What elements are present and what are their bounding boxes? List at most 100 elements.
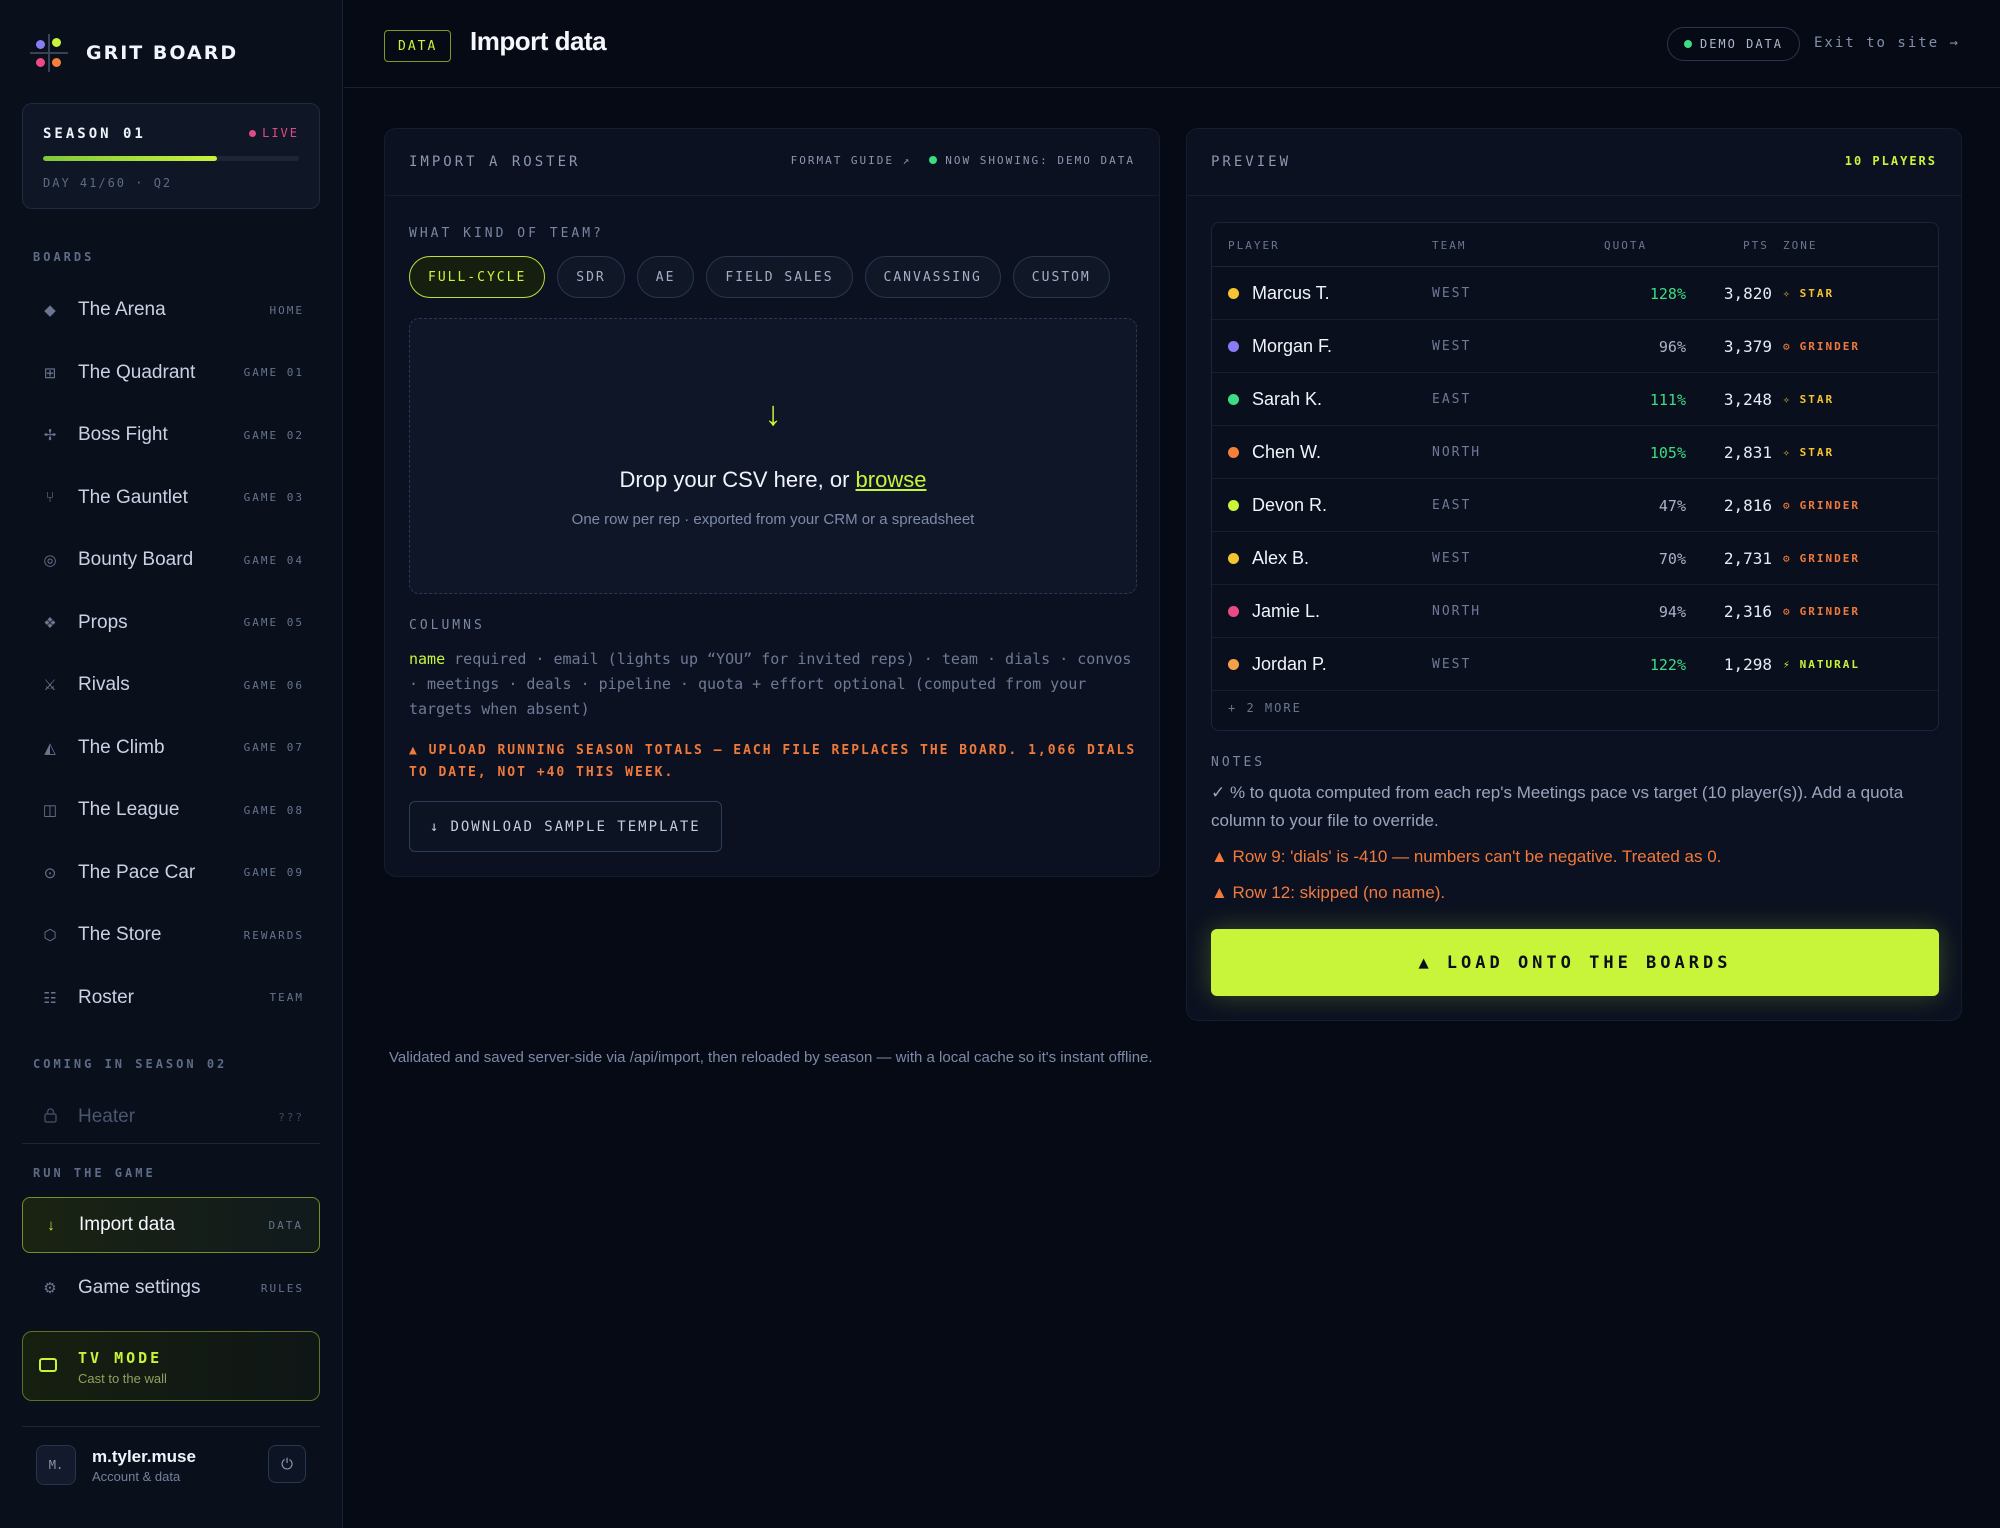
zone-label: NATURAL — [1799, 658, 1860, 671]
swords-icon: ⚔ — [43, 677, 57, 694]
sidebar-item-roster[interactable]: ☷ Roster TEAM — [22, 973, 320, 1023]
sidebar-item-the-quadrant[interactable]: ⊞ The Quadrant GAME 01 — [22, 348, 320, 398]
sidebar-item-tag: GAME 07 — [243, 741, 304, 754]
live-dot-icon — [249, 129, 257, 137]
zone-icon: ✧ — [1783, 287, 1792, 300]
player-zone: ⚙ GRINDER — [1783, 532, 1860, 585]
table-row[interactable]: Marcus T. WEST 128% 3,820 ✧ STAR — [1212, 267, 1938, 320]
sidebar-item-tag: GAME 03 — [243, 491, 304, 504]
column-header-zone: ZONE — [1783, 238, 1818, 252]
sidebar-item-tag: GAME 08 — [243, 803, 304, 817]
team-type-chips: FULL-CYCLE SDR AE FIELD SALES CANVASSING CUST… — [409, 256, 1110, 298]
pace-icon: ⊙ — [43, 864, 57, 882]
csv-dropzone[interactable]: ↓ Drop your CSV here, or browse One row … — [409, 318, 1137, 594]
panel-header: PREVIEW 10 PLAYERS — [1187, 129, 1961, 196]
user-account[interactable]: M. m.tyler.muse Account & data ⏻ — [22, 1426, 320, 1506]
team-type-chip-sdr[interactable]: SDR — [557, 256, 625, 298]
store-icon: ⬡ — [43, 927, 57, 944]
zone-icon: ⚙ — [1783, 605, 1792, 618]
notes-label: NOTES — [1211, 755, 1266, 770]
team-type-chip-ae[interactable]: AE — [636, 256, 695, 298]
sidebar-item-the-gauntlet[interactable]: ⑂ The Gauntlet GAME 03 — [22, 473, 320, 523]
sidebar-item-label: The League — [78, 799, 180, 820]
player-quota: 47% — [1658, 496, 1686, 515]
sidebar-item-label: The Gauntlet — [78, 486, 188, 508]
exit-to-site-link[interactable]: Exit to site → — [1814, 35, 1960, 51]
sidebar-item-rivals[interactable]: ⚔ Rivals GAME 06 — [22, 660, 320, 710]
logout-button[interactable]: ⏻ — [268, 1445, 306, 1483]
player-color-dot-icon — [1228, 394, 1239, 405]
sidebar-item-bounty-board[interactable]: ◎ Bounty Board GAME 04 — [22, 535, 320, 585]
sidebar-item-label: Import data — [79, 1214, 176, 1235]
more-players[interactable]: + 2 MORE — [1228, 701, 1302, 715]
column-header-team: TEAM — [1432, 238, 1467, 252]
page-header: DATA Import data DEMO DATA Exit to site … — [344, 0, 2000, 88]
status-dot-icon — [929, 156, 938, 164]
table-row[interactable]: Jamie L. NORTH 94% 2,316 ⚙ GRINDER — [1212, 585, 1938, 638]
user-sub: Account & data — [92, 1469, 181, 1484]
player-quota: 128% — [1649, 284, 1686, 303]
zone-icon: ✧ — [1783, 446, 1792, 459]
player-points: 1,298 — [1723, 655, 1772, 674]
browse-link[interactable]: browse — [856, 467, 927, 492]
grit-board-logo-icon — [30, 34, 68, 72]
tv-mode-button[interactable]: TV MODE Cast to the wall — [22, 1331, 320, 1401]
sidebar-item-the-league[interactable]: ◫ The League GAME 08 — [22, 785, 320, 835]
columns-required: name — [409, 650, 446, 668]
team-type-chip-canvassing[interactable]: CANVASSING — [864, 256, 1001, 298]
sidebar-item-game-settings[interactable]: ⚙ Game settings RULES — [22, 1263, 320, 1313]
sidebar-item-import-data[interactable]: ↓ Import data DATA — [22, 1197, 320, 1253]
sidebar-item-props[interactable]: ❖ Props GAME 05 — [22, 598, 320, 648]
fork-icon: ⑂ — [45, 489, 55, 506]
zone-icon: ⚡ — [1783, 658, 1792, 671]
load-onto-boards-label: LOAD ONTO THE BOARDS — [1446, 952, 1732, 973]
table-row[interactable]: Chen W. NORTH 105% 2,831 ✧ STAR — [1212, 426, 1938, 479]
zone-label: STAR — [1799, 287, 1835, 300]
team-type-chip-custom[interactable]: CUSTOM — [1012, 256, 1110, 298]
season-progress-bar — [43, 156, 299, 161]
zone-label: STAR — [1799, 446, 1835, 459]
sidebar-item-label: The Quadrant — [78, 361, 196, 383]
team-type-chip-full-cycle[interactable]: FULL-CYCLE — [409, 256, 546, 298]
sidebar-item-label: The Pace Car — [78, 861, 196, 883]
sidebar-item-label: Heater — [78, 1106, 136, 1127]
sidebar-item-tag: GAME 01 — [243, 366, 304, 379]
player-points: 3,379 — [1723, 337, 1772, 356]
sidebar-item-boss-fight[interactable]: ✢ Boss Fight GAME 02 — [22, 410, 320, 460]
table-row[interactable]: Devon R. EAST 47% 2,816 ⚙ GRINDER — [1212, 479, 1938, 532]
league-icon: ◫ — [42, 802, 58, 819]
props-icon: ❖ — [43, 614, 57, 632]
load-onto-boards-button[interactable]: ▲ LOAD ONTO THE BOARDS — [1211, 929, 1939, 996]
player-name: Marcus T. — [1252, 283, 1330, 303]
player-quota: 105% — [1649, 443, 1686, 462]
player-team: WEST — [1432, 657, 1472, 672]
sidebar-item-the-store[interactable]: ⬡ The Store REWARDS — [22, 910, 320, 960]
sidebar-item-tag: TEAM — [269, 991, 304, 1004]
sidebar-item-the-pace-car[interactable]: ⊙ The Pace Car GAME 09 — [22, 848, 320, 898]
tv-mode-title: TV MODE — [78, 1349, 163, 1367]
season-card[interactable]: SEASON 01 LIVE DAY 41/60 · Q2 — [22, 103, 320, 209]
brand[interactable]: GRIT BOARD — [30, 34, 238, 72]
sidebar-item-the-climb[interactable]: ◭ The Climb GAME 07 — [22, 723, 320, 773]
player-name: Morgan F. — [1252, 336, 1333, 356]
sidebar-item-the-arena[interactable]: ◆ The Arena HOME — [22, 285, 320, 335]
player-points: 2,316 — [1723, 602, 1772, 621]
demo-data-badge[interactable]: DEMO DATA — [1666, 27, 1800, 61]
live-label: LIVE — [262, 126, 299, 140]
sidebar-item-label: Boss Fight — [78, 424, 168, 445]
table-row[interactable]: Sarah K. EAST 111% 3,248 ✧ STAR — [1212, 373, 1938, 426]
dropzone-text: Drop your CSV here, or browse — [410, 467, 1136, 493]
download-template-button[interactable]: ↓ DOWNLOAD SAMPLE TEMPLATE — [409, 801, 722, 852]
player-quota: 96% — [1658, 337, 1686, 356]
player-zone: ⚙ GRINDER — [1783, 320, 1860, 373]
note-warning: ▲ Row 12: skipped (no name). — [1211, 883, 1446, 902]
download-icon: ↓ — [430, 818, 441, 835]
team-type-chip-field-sales[interactable]: FIELD SALES — [706, 256, 853, 298]
table-row[interactable]: Jordan P. WEST 122% 1,298 ⚡ NATURAL — [1212, 638, 1938, 691]
table-row[interactable]: Morgan F. WEST 96% 3,379 ⚙ GRINDER — [1212, 320, 1938, 373]
format-guide-link[interactable]: FORMAT GUIDE ↗ — [791, 154, 912, 167]
sidebar-item-label: Roster — [78, 986, 134, 1008]
columns-description: name required · email (lights up “YOU” f… — [409, 647, 1139, 722]
table-row[interactable]: Alex B. WEST 70% 2,731 ⚙ GRINDER — [1212, 532, 1938, 585]
player-name: Jordan P. — [1252, 654, 1327, 674]
